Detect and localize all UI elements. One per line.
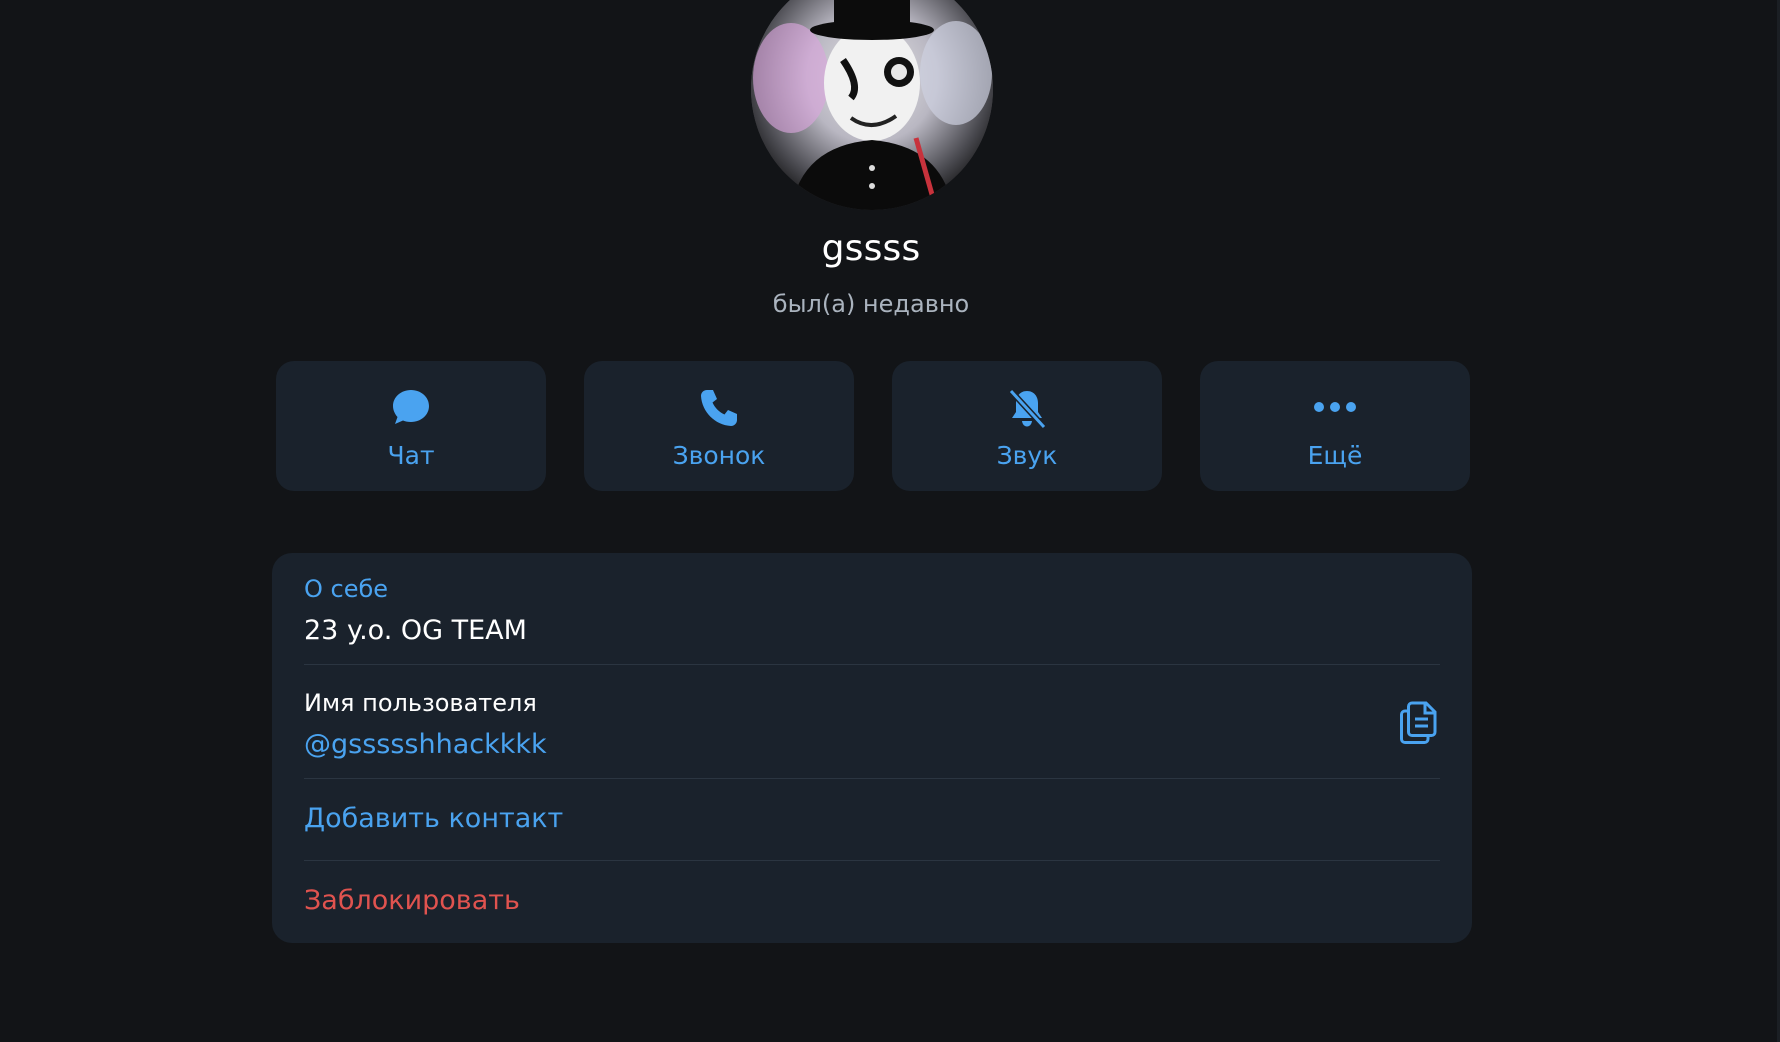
phone-icon [701,390,737,426]
about-value: 23 y.o. OG TEAM [304,615,527,646]
more-dots-icon [1314,402,1356,412]
action-buttons: Чат Звонок Звук Ещё [276,361,1470,491]
chat-button-label: Чат [387,441,435,470]
more-button-label: Ещё [1307,441,1363,470]
bell-muted-icon [1008,388,1047,430]
sound-button-label: Звук [996,441,1058,470]
copy-username-button[interactable] [1398,699,1440,745]
about-label: О себе [304,575,389,603]
sound-button[interactable]: Звук [892,361,1162,491]
more-button[interactable]: Ещё [1200,361,1470,491]
username-label: Имя пользователя [304,689,537,717]
profile-status: был(а) недавно [772,290,970,318]
username-value[interactable]: @gssssshhackkkk [304,729,547,760]
profile-info-card: О себе 23 y.o. OG TEAM Имя пользователя … [272,553,1472,943]
profile-name: gssss [821,228,921,269]
profile-page: gssss был(а) недавно Чат Звонок Звук Ещё… [0,0,1780,1042]
call-button[interactable]: Звонок [584,361,854,491]
add-contact-button[interactable]: Добавить контакт [304,803,563,834]
block-user-button[interactable]: Заблокировать [304,885,520,916]
copy-icon [1400,701,1437,744]
divider [304,860,1440,861]
call-button-label: Звонок [672,441,766,470]
chat-bubble-icon [393,390,429,424]
avatar[interactable] [751,0,993,210]
divider [304,664,1440,665]
divider [304,778,1440,779]
chat-button[interactable]: Чат [276,361,546,491]
